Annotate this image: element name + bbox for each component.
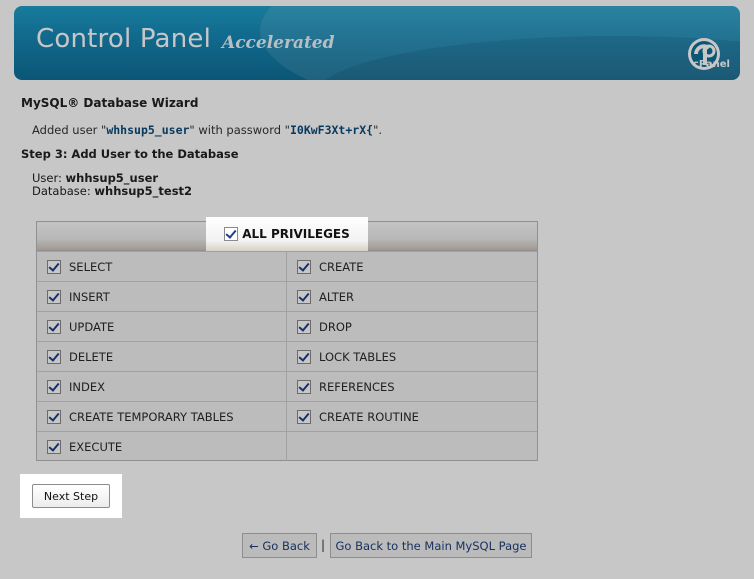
all-privileges-toggle[interactable]: ALL PRIVILEGES	[206, 217, 368, 251]
link-separator: |	[321, 538, 326, 552]
page-title: MySQL® Database Wizard	[21, 96, 199, 110]
privilege-label: INDEX	[69, 379, 105, 394]
checkbox-checked-icon[interactable]	[297, 379, 311, 394]
added-user-value: whhsup5_user	[106, 123, 190, 137]
added-middle: " with password "	[189, 123, 290, 137]
privilege-alter[interactable]: ALTER	[287, 282, 536, 311]
privilege-label: ALTER	[319, 289, 354, 304]
privilege-create-routine[interactable]: CREATE ROUTINE	[287, 402, 536, 431]
go-back-link[interactable]: ← Go Back	[242, 533, 317, 558]
all-privileges-label: ALL PRIVILEGES	[242, 227, 350, 241]
checkbox-checked-icon[interactable]	[297, 409, 311, 424]
step-heading: Step 3: Add User to the Database	[21, 147, 239, 161]
user-value: whhsup5_user	[65, 171, 159, 185]
database-info: Database: whhsup5_test2	[32, 184, 192, 198]
checkbox-checked-icon[interactable]	[297, 349, 311, 364]
privilege-label: CREATE	[319, 259, 364, 274]
privilege-label: CREATE TEMPORARY TABLES	[69, 409, 234, 424]
privilege-label: DROP	[319, 319, 352, 334]
empty-cell	[287, 432, 536, 461]
privilege-select[interactable]: SELECT	[37, 252, 287, 281]
privilege-label: UPDATE	[69, 319, 115, 334]
database-value: whhsup5_test2	[94, 184, 193, 198]
next-step-highlight: Next Step	[20, 474, 122, 518]
checkbox-checked-icon[interactable]	[47, 349, 61, 364]
privilege-label: LOCK TABLES	[319, 349, 397, 364]
checkbox-checked-icon[interactable]	[47, 259, 61, 274]
privilege-label: EXECUTE	[69, 439, 123, 454]
checkbox-checked-icon[interactable]	[47, 379, 61, 394]
app-subtitle: Accelerated	[222, 33, 335, 53]
privilege-references[interactable]: REFERENCES	[287, 372, 536, 401]
privilege-label: SELECT	[69, 259, 113, 274]
checkbox-checked-icon[interactable]	[224, 227, 239, 241]
checkbox-checked-icon[interactable]	[297, 319, 311, 334]
checkbox-checked-icon[interactable]	[47, 409, 61, 424]
privileges-row: SELECT CREATE	[37, 251, 537, 281]
checkbox-checked-icon[interactable]	[297, 289, 311, 304]
checkbox-checked-icon[interactable]	[297, 259, 311, 274]
next-step-button[interactable]: Next Step	[32, 484, 110, 508]
header-banner: Control Panel Accelerated cPanel	[14, 6, 740, 80]
checkbox-checked-icon[interactable]	[47, 319, 61, 334]
privileges-row: INSERT ALTER	[37, 281, 537, 311]
privileges-row: CREATE TEMPORARY TABLES CREATE ROUTINE	[37, 401, 537, 431]
privilege-label: CREATE ROUTINE	[319, 409, 419, 424]
all-privileges-highlight: ALL PRIVILEGES	[206, 217, 368, 251]
privilege-insert[interactable]: INSERT	[37, 282, 287, 311]
privileges-row: INDEX REFERENCES	[37, 371, 537, 401]
database-label: Database:	[32, 184, 91, 198]
added-prefix: Added user "	[32, 123, 107, 137]
privilege-update[interactable]: UPDATE	[37, 312, 287, 341]
added-suffix: ".	[373, 123, 383, 137]
privilege-label: INSERT	[69, 289, 110, 304]
privilege-index[interactable]: INDEX	[37, 372, 287, 401]
added-user-message: Added user "whhsup5_user" with password …	[32, 123, 382, 137]
user-label: User:	[32, 171, 62, 185]
app-title: Control Panel	[36, 24, 211, 54]
privilege-execute[interactable]: EXECUTE	[37, 432, 287, 461]
privilege-delete[interactable]: DELETE	[37, 342, 287, 371]
cpanel-logo-text: cPanel	[692, 59, 730, 70]
privilege-create[interactable]: CREATE	[287, 252, 536, 281]
privilege-lock-tables[interactable]: LOCK TABLES	[287, 342, 536, 371]
privilege-label: DELETE	[69, 349, 114, 364]
privileges-row: DELETE LOCK TABLES	[37, 341, 537, 371]
added-password-value: I0KwF3Xt+rX{	[289, 123, 374, 137]
checkbox-checked-icon[interactable]	[47, 439, 61, 454]
privileges-row: EXECUTE	[37, 431, 537, 461]
privilege-drop[interactable]: DROP	[287, 312, 536, 341]
privileges-row: UPDATE DROP	[37, 311, 537, 341]
checkbox-checked-icon[interactable]	[47, 289, 61, 304]
privilege-label: REFERENCES	[319, 379, 395, 394]
privileges-table: SELECT CREATE INSERT ALTER UPDATE DROP D…	[36, 221, 538, 461]
user-info: User: whhsup5_user	[32, 171, 158, 185]
privilege-create-temporary-tables[interactable]: CREATE TEMPORARY TABLES	[37, 402, 287, 431]
main-mysql-link[interactable]: Go Back to the Main MySQL Page	[330, 533, 532, 558]
